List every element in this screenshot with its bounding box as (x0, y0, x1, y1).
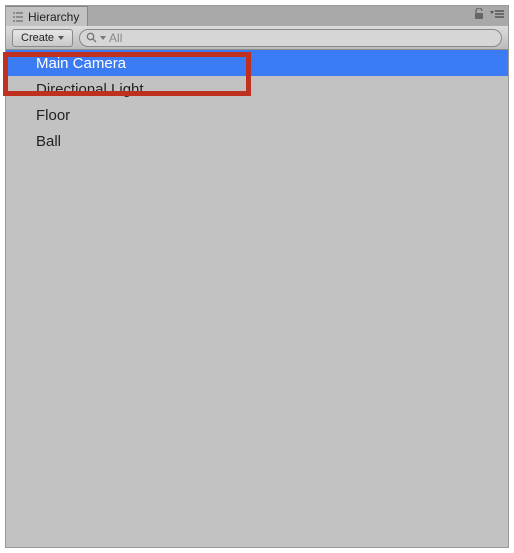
create-label: Create (21, 32, 54, 44)
list-item[interactable]: Ball (6, 128, 508, 154)
hierarchy-icon (12, 11, 24, 23)
panel-menu-icon[interactable] (490, 9, 504, 19)
hierarchy-toolbar: Create (6, 26, 508, 50)
list-item[interactable]: Directional Light (6, 76, 508, 102)
list-item[interactable]: Floor (6, 102, 508, 128)
item-label: Directional Light (36, 81, 144, 98)
item-label: Ball (36, 133, 61, 150)
tab-bar: Hierarchy (6, 6, 508, 26)
create-button[interactable]: Create (12, 29, 73, 47)
search-field[interactable] (79, 29, 502, 47)
lock-icon[interactable] (474, 8, 484, 20)
search-filter-icon[interactable] (100, 36, 106, 40)
search-icon (86, 32, 97, 43)
list-item[interactable]: Main Camera (6, 50, 508, 76)
item-label: Main Camera (36, 55, 126, 72)
item-label: Floor (36, 107, 70, 124)
dropdown-icon (58, 36, 64, 40)
tab-hierarchy[interactable]: Hierarchy (6, 6, 88, 26)
search-input[interactable] (109, 31, 495, 45)
tab-label: Hierarchy (28, 10, 79, 24)
hierarchy-panel: Hierarchy Create (5, 5, 509, 548)
hierarchy-list: Main Camera Directional Light Floor Ball (6, 50, 508, 547)
